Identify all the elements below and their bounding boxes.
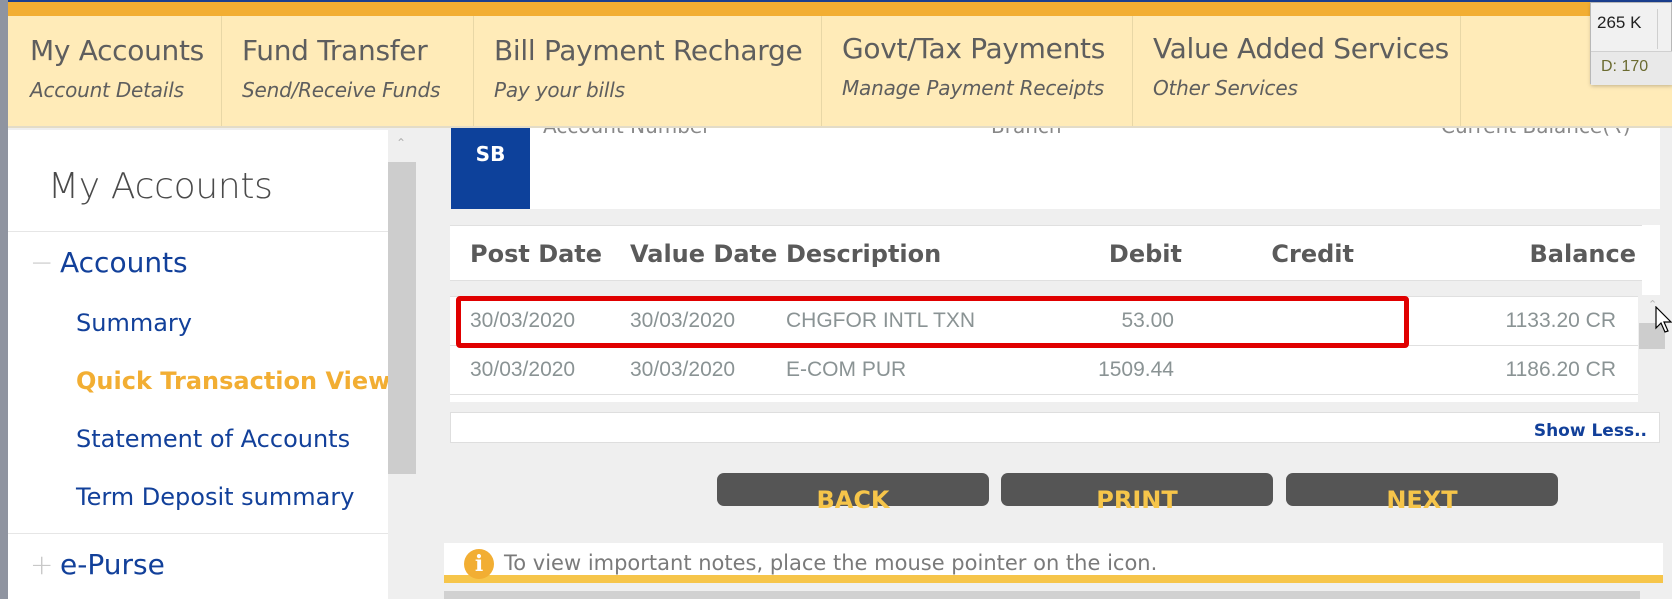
debit: 1509.44 (1098, 358, 1174, 381)
nav-fund-transfer[interactable]: Fund Transfer Send/Receive Funds (222, 16, 474, 126)
header-extension (1642, 225, 1660, 295)
collapse-icon: − (30, 246, 54, 279)
sidebar-group-label: e-Purse (60, 548, 165, 581)
info-icon[interactable]: i (464, 549, 494, 579)
nav-title: My Accounts (30, 34, 204, 67)
post-date: 30/03/2020 (470, 358, 576, 381)
top-orange-bar (8, 2, 1672, 16)
nav-subtitle: Send/Receive Funds (242, 78, 441, 102)
col-debit: Debit (1108, 240, 1182, 268)
size-label: 265 K (1597, 13, 1642, 32)
description: E-COM PUR (786, 358, 907, 381)
divider (450, 280, 1642, 281)
mouse-cursor-icon (1655, 306, 1672, 333)
sidebar-group-epurse[interactable]: + e-Purse (30, 548, 165, 581)
col-credit: Credit (1271, 240, 1354, 268)
debit: 53.00 (1121, 309, 1174, 332)
scroll-up-icon[interactable]: ⌃ (396, 136, 406, 150)
table-row[interactable]: 30/03/2020 30/03/2020 CHGFOR INTL TXN 53… (450, 296, 1638, 345)
download-size-popup: 265 K D: 170 (1590, 2, 1672, 85)
nav-title: Govt/Tax Payments (842, 32, 1105, 65)
footer-strip (444, 591, 1640, 599)
col-description: Description (786, 240, 942, 268)
notes-text: To view important notes, place the mouse… (504, 551, 1158, 575)
balance: 1186.20 CR (1505, 358, 1616, 381)
branch-label: Branch (991, 128, 1062, 138)
nav-title: Value Added Services (1153, 32, 1449, 65)
current-balance-label: Current Balance(₹) (1441, 128, 1631, 138)
description: CHGFOR INTL TXN (786, 309, 976, 332)
account-type-badge: SB (451, 128, 530, 209)
sidebar-title: My Accounts (48, 166, 273, 207)
sidebar-scrollbar[interactable]: ⌃ (388, 130, 416, 599)
sidebar-item-quick-transaction-view[interactable]: Quick Transaction View (76, 367, 388, 395)
nav-value-added[interactable]: Value Added Services Other Services (1133, 16, 1461, 126)
nav-title: Fund Transfer (242, 34, 428, 67)
balance: 1133.20 CR (1505, 309, 1616, 332)
back-button-label: BACK (816, 486, 890, 514)
account-number-label: Account Number (543, 128, 710, 138)
account-card: SB Account Number Branch Current Balance… (451, 128, 1660, 209)
important-notes-bar: i To view important notes, place the mou… (444, 543, 1663, 583)
show-less-link[interactable]: Show Less.. (1534, 421, 1647, 441)
back-button[interactable]: BACK (717, 473, 989, 514)
nav-subtitle: Pay your bills (494, 78, 625, 102)
nav-subtitle: Account Details (30, 78, 184, 102)
window-edge (0, 0, 8, 599)
sidebar-group-accounts[interactable]: − Accounts (30, 246, 188, 279)
nav-subtitle: Other Services (1153, 76, 1298, 100)
sidebar-item-statement-of-accounts[interactable]: Statement of Accounts (76, 425, 350, 453)
col-value-date: Value Date (630, 240, 778, 268)
post-date: 30/03/2020 (470, 309, 576, 332)
nav-my-accounts[interactable]: My Accounts Account Details (8, 16, 222, 126)
transactions-table: 30/03/2020 30/03/2020 CHGFOR INTL TXN 53… (450, 296, 1638, 402)
sidebar-item-summary[interactable]: Summary (76, 309, 192, 337)
show-less-bar: Show Less.. (450, 412, 1660, 443)
next-button[interactable]: NEXT (1286, 473, 1558, 514)
expand-icon: + (30, 548, 54, 581)
divider (1657, 9, 1658, 49)
divider (8, 231, 388, 232)
col-post-date: Post Date (470, 240, 603, 268)
divider (450, 394, 1638, 395)
sidebar-group-label: Accounts (60, 246, 188, 279)
sidebar-item-term-deposit-summary[interactable]: Term Deposit summary (76, 483, 354, 511)
print-button[interactable]: PRINT (1001, 473, 1273, 514)
transactions-header: Post Date Value Date Description Debit C… (450, 225, 1642, 281)
sidebar: My Accounts − Accounts Summary Quick Tran… (8, 130, 388, 599)
nav-bill-payment[interactable]: Bill Payment Recharge Pay your bills (474, 16, 822, 126)
value-date: 30/03/2020 (630, 309, 736, 332)
scrollbar-thumb[interactable] (388, 162, 416, 474)
page: My Accounts Account Details Fund Transfe… (0, 0, 1672, 599)
nav-govt-tax[interactable]: Govt/Tax Payments Manage Payment Receipt… (822, 16, 1133, 126)
col-balance: Balance (1529, 240, 1637, 268)
table-row[interactable]: 30/03/2020 30/03/2020 E-COM PUR 1509.44 … (450, 345, 1638, 394)
next-button-label: NEXT (1386, 486, 1458, 514)
main-nav: My Accounts Account Details Fund Transfe… (8, 16, 1672, 128)
nav-title: Bill Payment Recharge (494, 34, 803, 67)
nav-subtitle: Manage Payment Receipts (842, 76, 1105, 100)
value-date: 30/03/2020 (630, 358, 736, 381)
d-value-label: D: 170 (1591, 51, 1672, 85)
divider (8, 533, 388, 534)
print-button-label: PRINT (1096, 486, 1178, 514)
